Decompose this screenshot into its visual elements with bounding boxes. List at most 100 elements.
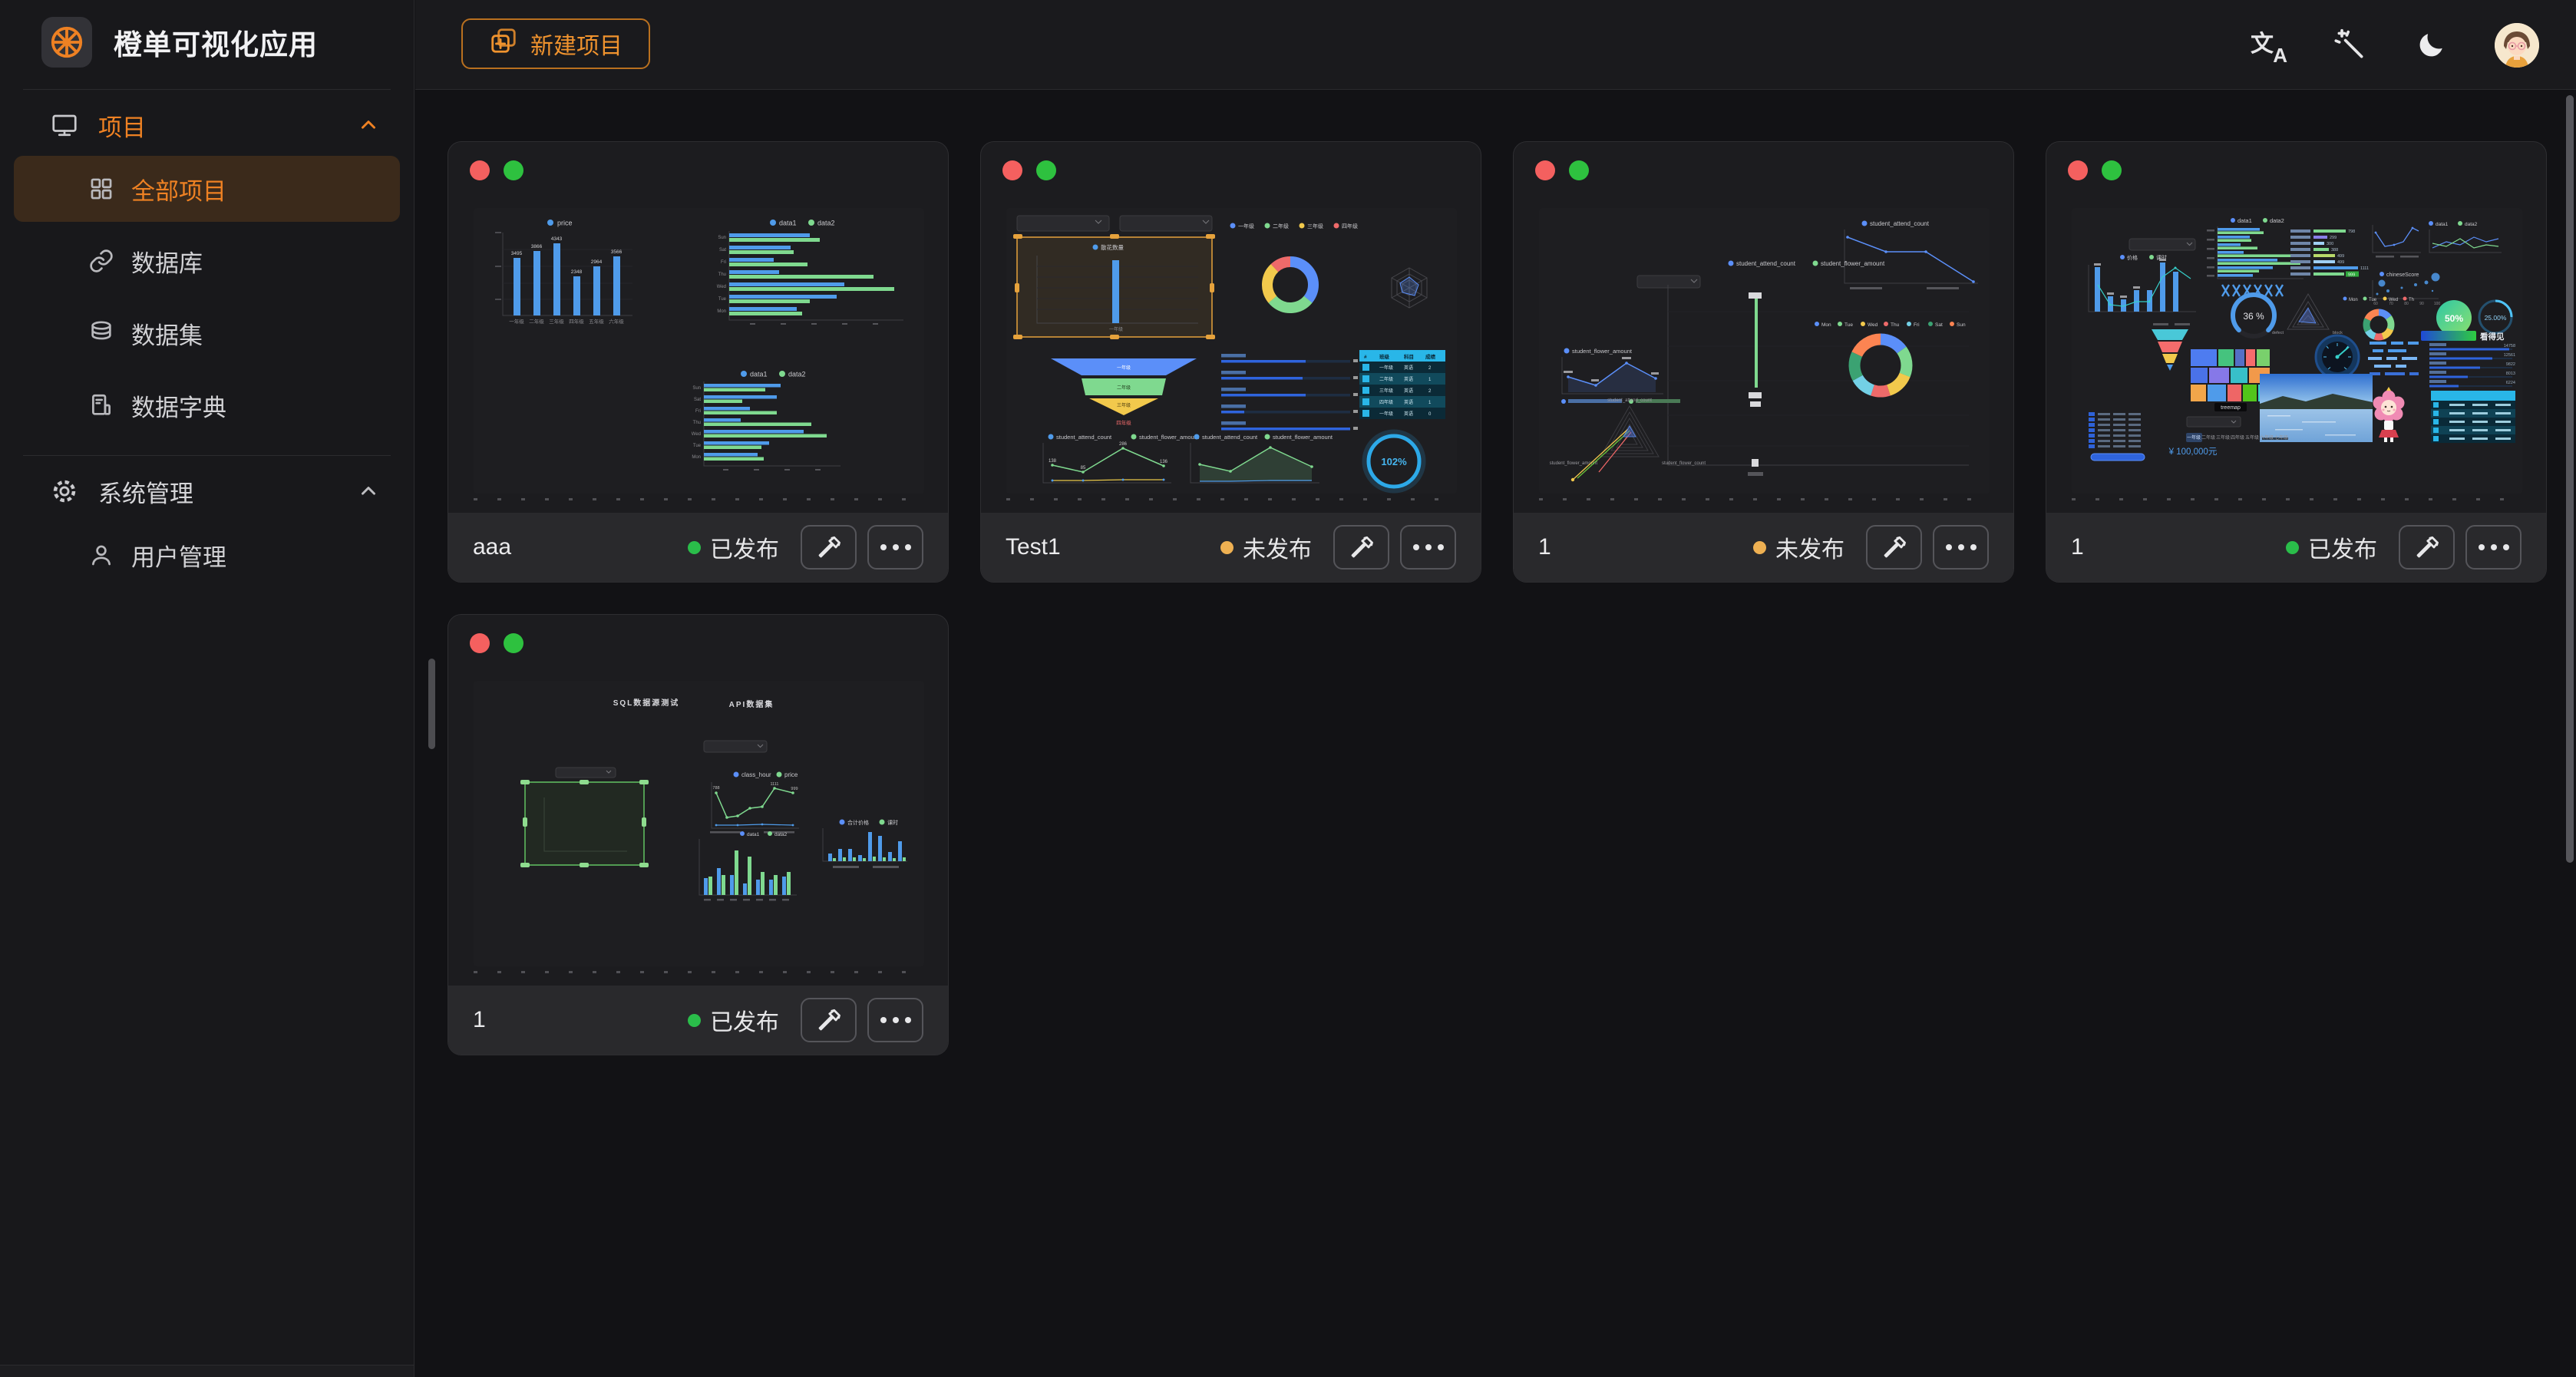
project-thumbnail[interactable]: price 3495 3866 4343 2348 2964 3566 一年级 … [474,208,924,494]
status-dot-unpublished [1220,541,1234,554]
mini-funnel-chart: 一年级 二年级 三年级 四年级 [1051,358,1197,426]
moon-icon[interactable] [2415,29,2447,61]
svg-text:85: 85 [1081,466,1086,471]
project-thumbnail[interactable]: 散花数量 一年级 一年级 二年级 三年级 四年级 [1006,208,1457,494]
new-project-button[interactable]: 新建项目 [461,18,650,69]
svg-text:student_flower_amount: student_flower_amount [1273,434,1333,441]
sidebar-divider [23,455,391,456]
sidebar-item-dataset[interactable]: 数据集 [14,300,400,366]
svg-text:25.00%: 25.00% [2485,314,2507,322]
new-project-label: 新建项目 [530,27,623,61]
traffic-dots [1535,160,1589,180]
traffic-dots [470,160,523,180]
svg-text:Sat: Sat [719,248,726,253]
more-actions-button[interactable] [1400,525,1456,570]
mini-percent-50: 50% [2436,300,2472,335]
sidebar-item-all-projects[interactable]: 全部项目 [14,156,400,222]
svg-text:二年级: 二年级 [529,318,544,325]
svg-text:英语: 英语 [1404,399,1413,405]
more-actions-button[interactable] [1933,525,1989,570]
language-icon[interactable]: 文A [2251,28,2286,63]
ellipsis-icon [2479,544,2509,550]
orange-logo-icon [41,17,92,68]
svg-text:合计价格: 合计价格 [847,819,869,826]
new-project-icon [489,26,518,61]
sidebar-item-label: 用户管理 [131,538,226,573]
mini-percent-25: 25.00% [2479,301,2512,333]
status-label: 已发布 [710,1003,779,1037]
more-actions-button[interactable] [2465,525,2522,570]
status-label: 已发布 [710,530,779,564]
chevron-up-icon [357,114,380,137]
svg-text:三年级: 三年级 [2216,434,2230,441]
svg-text:六年级: 六年级 [2260,434,2274,441]
status-dot-published [2286,541,2299,554]
svg-text:Th: Th [2409,298,2414,302]
svg-text:data1: data1 [779,220,797,227]
mini-gradient-bar: 看得见 [2421,331,2505,342]
mini-word-cloud [2368,342,2419,375]
dashed-separator [474,498,923,500]
green-dot-icon [1569,160,1589,180]
magic-wand-icon[interactable] [2333,28,2367,62]
svg-text:Wed: Wed [717,285,726,289]
status-label: 未发布 [1775,530,1844,564]
svg-text:英语: 英语 [1404,411,1413,417]
mini-combo-chart-left: 价格 课时 [2089,239,2196,312]
svg-text:一年级: 一年级 [1379,365,1393,371]
svg-text:Tue: Tue [2369,298,2377,302]
ellipsis-icon [880,544,911,550]
red-dot-icon [470,633,490,653]
svg-text:286: 286 [1119,442,1128,447]
project-name: 1 [1538,534,1742,560]
svg-text:一年级: 一年级 [1117,365,1131,371]
svg-text:4343: 4343 [551,236,563,242]
svg-text:student_attend_count: student_attend_count [1736,260,1796,267]
mini-donut-days: Mon Tue Wed Thu Fri Sat Sun [1815,322,1966,401]
project-thumbnail[interactable]: 价格 课时 data1 data2 [2072,208,2522,494]
svg-text:1111: 1111 [2360,266,2369,271]
svg-text:defect: defect [2272,331,2284,335]
page-scrollbar-handle[interactable] [2566,95,2574,863]
mini-line-chart-top-right: student_attend_count [1844,220,1978,289]
svg-text:138: 138 [1049,459,1057,464]
monitor-icon [51,111,78,139]
project-thumbnail[interactable]: student_attend_count student_attend_coun… [1539,208,1990,494]
svg-text:3566: 3566 [611,249,623,255]
sidebar-item-database[interactable]: 数据库 [14,228,400,294]
mini-bar-chart-price: price 3495 3866 4343 2348 2964 3566 一年级 … [495,220,632,325]
sidebar-group-projects[interactable]: 项目 [0,101,414,150]
edit-project-button[interactable] [1866,525,1922,570]
edit-project-button[interactable] [801,998,857,1042]
edit-project-button[interactable] [2399,525,2455,570]
sidebar-item-label: 数据字典 [131,388,226,423]
red-dot-icon [470,160,490,180]
mini-mascot [2373,387,2405,442]
edit-project-button[interactable] [801,525,857,570]
svg-text:课时: 课时 [887,819,898,826]
ellipsis-icon [1413,544,1444,550]
edit-project-button[interactable] [1333,525,1389,570]
svg-text:student_attend_count: student_attend_count [1607,398,1652,403]
project-name: aaa [473,534,677,560]
svg-text:6224: 6224 [2506,381,2515,385]
svg-text:Mon: Mon [717,309,726,314]
sidebar-group-system[interactable]: 系统管理 [0,467,414,516]
dictionary-icon [88,392,114,418]
svg-text:成绩: 成绩 [1425,353,1436,360]
project-card-grid: price 3495 3866 4343 2348 2964 3566 一年级 … [447,141,2547,1055]
more-actions-button[interactable] [867,998,923,1042]
svg-text:data2: data2 [817,220,835,227]
project-thumbnail[interactable]: SQL数据源测试 API数据集 class_hour price [474,681,924,966]
svg-text:七年级: 七年级 [2274,434,2288,441]
svg-text:student_flower_count: student_flower_count [1662,461,1706,466]
content-scrollbar-handle[interactable] [428,659,435,749]
user-avatar[interactable] [2495,23,2539,68]
svg-text:看得见: 看得见 [2480,332,2505,342]
card-footer: aaa 已发布 [448,513,948,582]
grid-icon [88,176,114,202]
more-actions-button[interactable] [867,525,923,570]
sidebar-item-label: 数据库 [131,244,203,279]
sidebar-item-dictionary[interactable]: 数据字典 [14,372,400,438]
sidebar-item-user-management[interactable]: 用户管理 [14,522,400,588]
